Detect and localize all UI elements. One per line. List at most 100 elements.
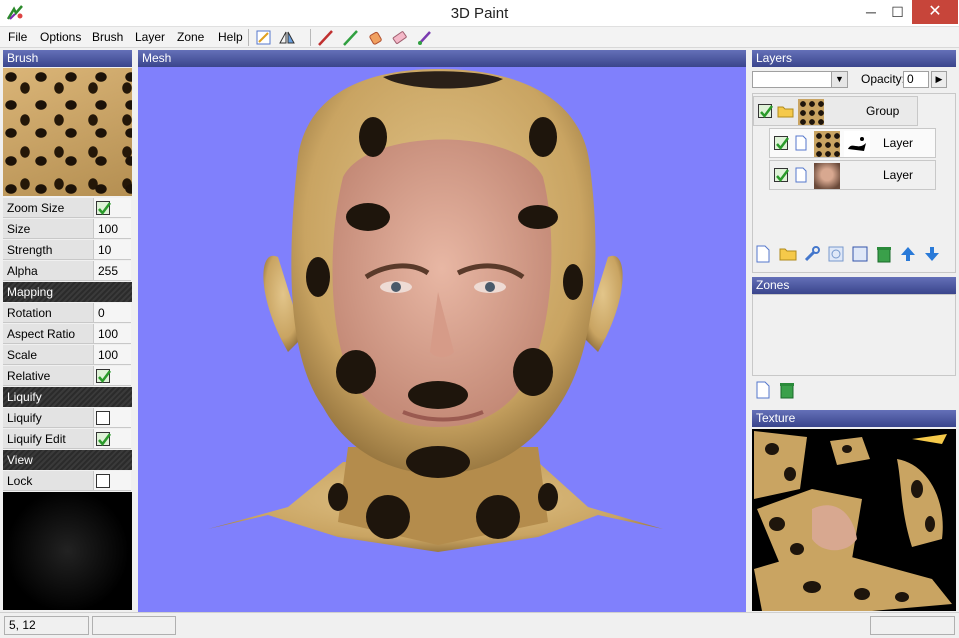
strength-label: Strength [3, 240, 93, 260]
layer-row[interactable]: Layer [769, 128, 936, 158]
checkmark-icon [98, 370, 111, 383]
uv-texture-map [754, 431, 952, 611]
new-zone-icon[interactable] [755, 381, 771, 399]
checkmark-icon [98, 202, 111, 215]
layer-thumbnail [814, 131, 840, 157]
lock-checkbox[interactable] [96, 474, 110, 488]
checkmark-icon [776, 169, 789, 182]
lock-label: Lock [3, 471, 93, 491]
folder-icon [777, 106, 794, 118]
checkmark-icon [98, 433, 111, 446]
alpha-field[interactable]: 255 [93, 261, 131, 281]
menu-help[interactable]: Help [218, 30, 243, 44]
layer-group-row[interactable]: Group [753, 96, 918, 126]
texture-header: Texture [752, 410, 956, 427]
liquify-group-header[interactable]: Liquify [3, 387, 132, 407]
move-layer-up-icon[interactable] [899, 245, 917, 263]
checkmark-icon [776, 137, 789, 150]
new-group-icon[interactable] [779, 246, 797, 261]
liquify-checkbox[interactable] [96, 411, 110, 425]
title-bar: 3D Paint ─ ☐ ✕ [0, 0, 959, 27]
layer-mask-icon[interactable] [827, 245, 845, 263]
relative-label: Relative [3, 366, 93, 386]
texture-preview[interactable] [752, 429, 956, 611]
layer-visible-checkbox[interactable] [774, 136, 789, 150]
symmetry-tool-icon[interactable] [277, 28, 297, 47]
liquify-label: Liquify [3, 408, 93, 428]
opacity-field[interactable]: 0 [903, 71, 929, 88]
move-layer-down-icon[interactable] [923, 245, 941, 263]
chevron-down-icon: ▼ [831, 72, 847, 87]
view-group-header[interactable]: View [3, 450, 132, 470]
left-panel: Brush Zoom Size Size 100 Strength 10 Alp… [0, 48, 136, 612]
layer-visible-checkbox[interactable] [774, 168, 789, 182]
delete-zone-icon[interactable] [778, 381, 796, 399]
rotation-field[interactable]: 0 [93, 303, 131, 323]
status-panel-right [870, 616, 955, 635]
menu-options[interactable]: Options [40, 30, 81, 44]
green-brush-icon[interactable] [341, 28, 361, 47]
cursor-coordinates: 5, 12 [4, 616, 89, 635]
lock-cell [93, 471, 131, 491]
zoom-size-checkbox[interactable] [96, 201, 111, 215]
zones-list [752, 294, 956, 376]
minimize-button[interactable]: ─ [858, 0, 884, 24]
layer-visible-checkbox[interactable] [758, 104, 773, 118]
relative-cell [93, 366, 131, 386]
status-panel [92, 616, 176, 635]
mesh-header: Mesh [138, 50, 746, 67]
liquify-edit-checkbox[interactable] [96, 432, 111, 446]
mapping-group-header[interactable]: Mapping [3, 282, 132, 302]
layer-mask-thumbnail [844, 131, 870, 157]
menu-brush[interactable]: Brush [92, 30, 123, 44]
toolbar-separator [248, 29, 249, 46]
size-field[interactable]: 100 [93, 219, 131, 239]
layer-toolbar [752, 244, 956, 264]
layer-row[interactable]: Layer [769, 160, 936, 190]
eraser-icon[interactable] [390, 28, 410, 47]
mask-shape-icon [848, 137, 866, 151]
smudge-brush-icon[interactable] [415, 28, 435, 47]
scale-field[interactable]: 100 [93, 345, 131, 365]
scale-label: Scale [3, 345, 93, 365]
paint-bucket-icon[interactable] [366, 28, 386, 47]
select-layer-icon[interactable] [851, 245, 869, 263]
menu-file[interactable]: File [8, 30, 27, 44]
checkmark-icon [760, 105, 773, 118]
layer-thumbnail [798, 99, 824, 125]
relative-checkbox[interactable] [96, 369, 111, 383]
new-layer-icon[interactable] [755, 245, 771, 263]
brush-preview[interactable] [3, 68, 132, 196]
blend-mode-dropdown[interactable]: ▼ [752, 71, 848, 88]
size-label: Size [3, 219, 93, 239]
liquify-cell [93, 408, 131, 428]
menu-bar: File Options Brush Layer Zone Help [0, 27, 959, 48]
delete-layer-icon[interactable] [875, 245, 893, 263]
menu-zone[interactable]: Zone [177, 30, 204, 44]
close-button[interactable]: ✕ [912, 0, 958, 24]
maximize-button[interactable]: ☐ [884, 0, 911, 24]
status-bar: 5, 12 [0, 612, 959, 638]
opacity-arrow-button[interactable]: ▶ [931, 71, 947, 88]
layer-properties-icon[interactable] [803, 245, 821, 263]
red-brush-icon[interactable] [316, 28, 336, 47]
alpha-label: Alpha [3, 261, 93, 281]
head-mesh-render[interactable] [138, 67, 746, 612]
liquify-edit-label: Liquify Edit [3, 429, 93, 449]
zones-header: Zones [752, 277, 956, 294]
brush-header: Brush [3, 50, 132, 67]
layer-name: Group [866, 104, 900, 118]
rotation-label: Rotation [3, 303, 93, 323]
strength-field[interactable]: 10 [93, 240, 131, 260]
menu-layer[interactable]: Layer [135, 30, 165, 44]
zoom-size-cell [93, 198, 131, 218]
mesh-viewport[interactable] [138, 67, 746, 612]
toolbar-separator [310, 29, 311, 46]
zoom-size-label: Zoom Size [3, 198, 93, 218]
unwrap-tool-icon[interactable] [254, 28, 274, 47]
aspect-ratio-field[interactable]: 100 [93, 324, 131, 344]
aspect-ratio-label: Aspect Ratio [3, 324, 93, 344]
layer-name: Layer [883, 168, 914, 182]
opacity-label: Opacity: [861, 72, 906, 86]
liquify-edit-cell [93, 429, 131, 449]
